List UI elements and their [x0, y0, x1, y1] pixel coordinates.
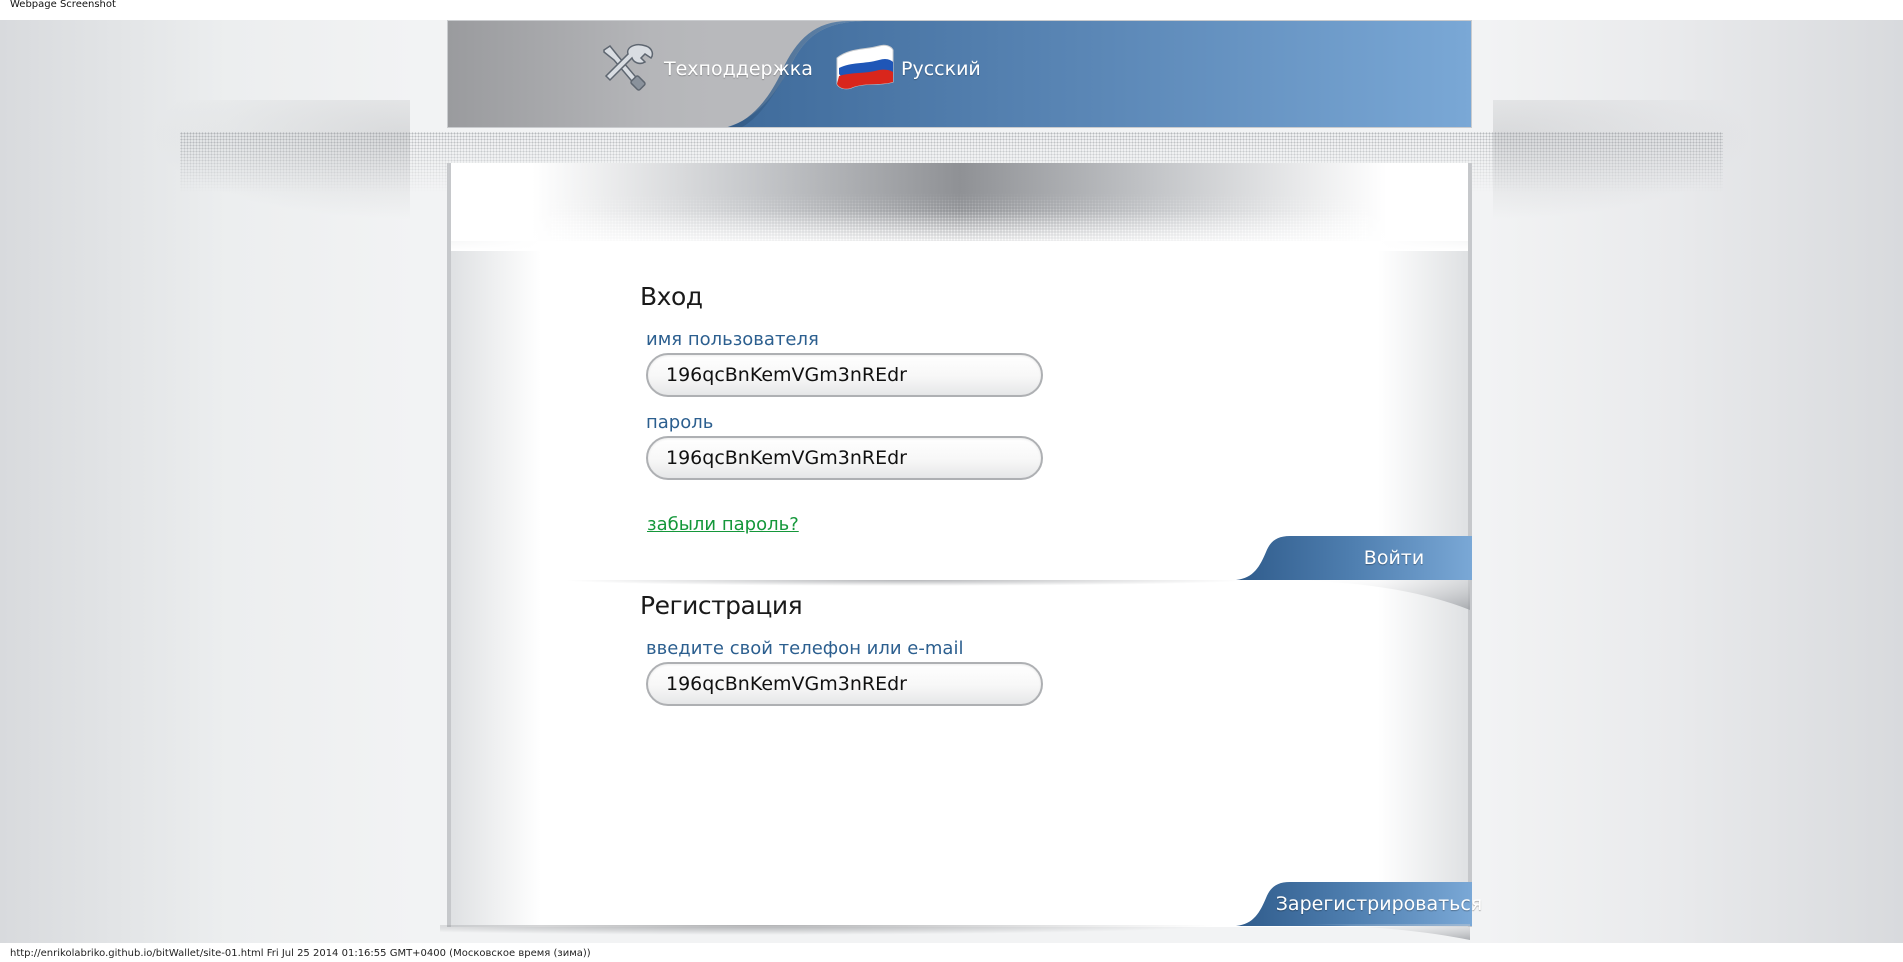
nav-support-label: Техподдержка	[664, 58, 813, 80]
login-page-curl	[1290, 580, 1470, 610]
login-heading: Вход	[640, 282, 703, 311]
register-button[interactable]: Зарегистрироваться	[1236, 882, 1482, 926]
russian-flag-icon	[835, 44, 895, 95]
language-selector[interactable]: Русский	[835, 41, 981, 97]
forgot-password-link[interactable]: забыли пароль?	[647, 514, 799, 535]
page-background: Техподдержка Русский Вход имя пользовате…	[0, 20, 1903, 943]
contact-input[interactable]	[646, 662, 1043, 706]
register-heading: Регистрация	[640, 591, 803, 620]
password-input[interactable]	[646, 436, 1043, 480]
register-page-curl	[1290, 924, 1470, 940]
section-divider	[560, 580, 1250, 586]
window-caption: Webpage Screenshot	[10, 0, 116, 10]
language-label: Русский	[901, 58, 981, 80]
top-header: Техподдержка Русский	[447, 20, 1472, 128]
status-bar: http://enrikolabriko.github.io/bitWallet…	[10, 948, 591, 959]
tools-icon	[596, 42, 658, 97]
login-button[interactable]: Войти	[1236, 536, 1472, 580]
username-input[interactable]	[646, 353, 1043, 397]
nav-support-link[interactable]: Техподдержка	[596, 41, 813, 97]
password-label: пароль	[646, 412, 714, 433]
login-button-label: Войти	[1363, 547, 1425, 569]
register-button-label: Зарегистрироваться	[1275, 893, 1483, 915]
login-button-shape	[1236, 536, 1472, 580]
username-label: имя пользователя	[646, 329, 819, 350]
contact-label: введите свой телефон или e-mail	[646, 638, 964, 659]
